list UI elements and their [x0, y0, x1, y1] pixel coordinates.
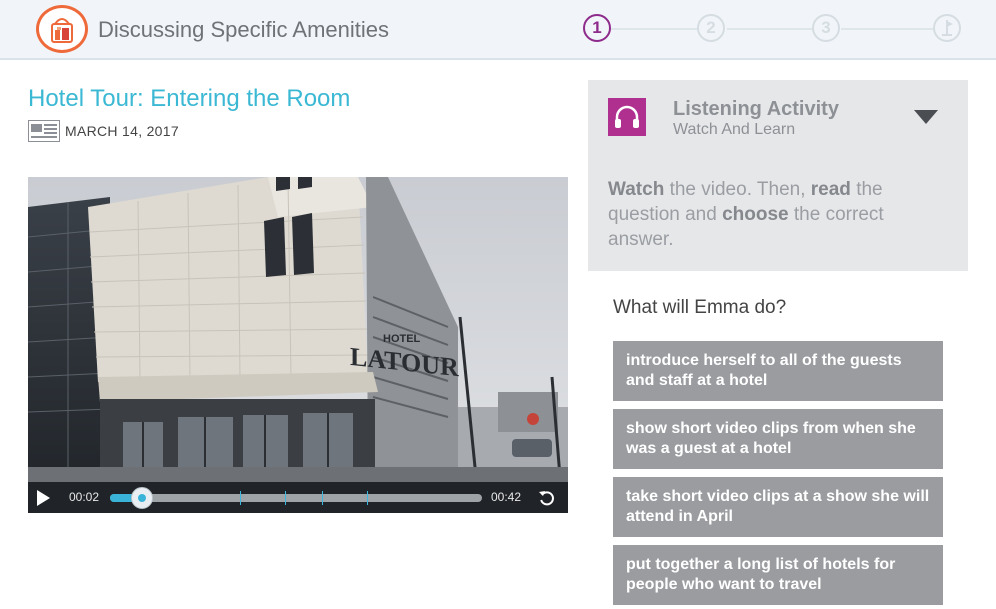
step-connector	[611, 28, 699, 30]
answer-option-1[interactable]: introduce herself to all of the guests a…	[613, 341, 943, 401]
activity-title: Listening Activity	[673, 98, 839, 120]
seek-handle[interactable]	[131, 487, 154, 509]
progress-steps: 1 2 3	[583, 14, 963, 44]
activity-subtitle: Watch And Learn	[673, 121, 796, 138]
app-logo-icon	[36, 5, 88, 53]
video-player[interactable]: HOTEL LATOUR 00:02 00:42	[28, 177, 568, 513]
lesson-title: Hotel Tour: Entering the Room	[28, 85, 351, 112]
total-time: 00:42	[491, 490, 522, 504]
hotel-sign-small: HOTEL	[383, 333, 421, 345]
answer-option-3[interactable]: take short video clips at a show she wil…	[613, 477, 943, 537]
step-connector	[841, 28, 933, 30]
date-row: MARCH 14, 2017	[28, 120, 179, 142]
answer-option-2[interactable]: show short video clips from when she was…	[613, 409, 943, 469]
instruction-text: the video. Then,	[664, 179, 811, 200]
cue-marker	[240, 491, 242, 505]
answer-option-4[interactable]: put together a long list of hotels for p…	[613, 545, 943, 605]
cue-marker	[284, 491, 286, 505]
cue-marker	[322, 491, 324, 505]
finish-flag-icon[interactable]	[933, 14, 961, 42]
collapse-arrow-icon[interactable]	[914, 110, 938, 124]
activity-panel: Listening Activity Watch And Learn Watch…	[588, 80, 968, 271]
video-controls: 00:02 00:42	[28, 482, 568, 513]
app-title: Discussing Specific Amenities	[98, 17, 390, 42]
video-frame[interactable]: HOTEL LATOUR	[28, 177, 568, 482]
question-text: What will Emma do?	[613, 297, 787, 318]
current-time: 00:02	[69, 490, 100, 504]
headphones-icon	[608, 98, 646, 136]
seek-bar[interactable]	[110, 487, 482, 509]
instruction-choose: choose	[722, 204, 789, 225]
instruction-read: read	[810, 179, 851, 200]
newspaper-icon	[28, 120, 60, 142]
step-connector	[727, 28, 813, 30]
top-header: Discussing Specific Amenities 1 2 3	[0, 0, 996, 60]
instruction-watch: Watch	[608, 179, 665, 200]
step-2[interactable]: 2	[697, 14, 725, 42]
cue-marker	[366, 491, 368, 505]
step-3[interactable]: 3	[812, 14, 840, 42]
step-1[interactable]: 1	[583, 14, 611, 42]
play-icon[interactable]	[37, 490, 50, 506]
publish-date: MARCH 14, 2017	[65, 123, 179, 139]
activity-instructions: Watch the video. Then, read the question…	[608, 177, 938, 252]
replay-icon[interactable]	[538, 489, 556, 507]
